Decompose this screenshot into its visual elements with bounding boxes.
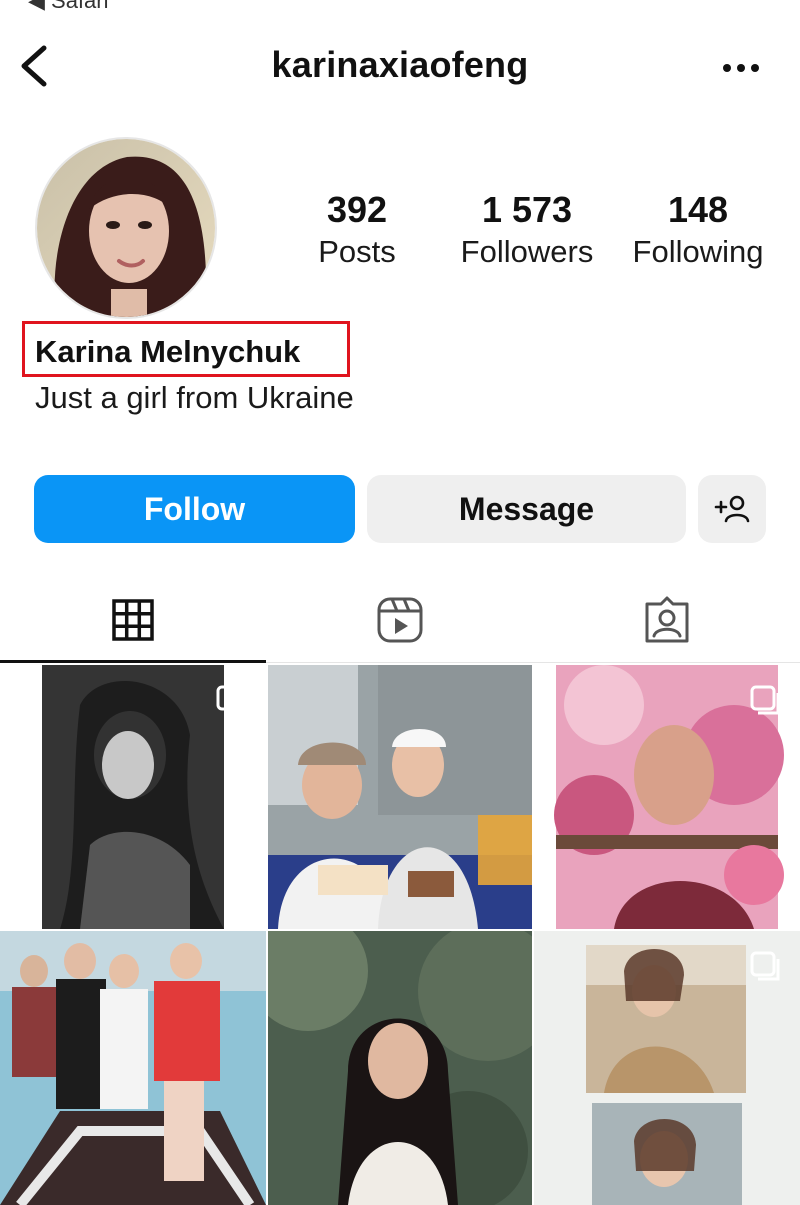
multiple-posts-icon [216, 685, 246, 715]
stat-followers[interactable]: 1 573 Followers [447, 188, 607, 272]
profile-photo [37, 139, 215, 317]
multiple-posts-icon [750, 951, 780, 981]
tab-posts-grid[interactable] [0, 580, 266, 660]
post-thumbnail[interactable] [534, 931, 800, 1205]
post-thumbnail[interactable] [534, 665, 800, 929]
profile-header: karinaxiaofeng [0, 28, 800, 108]
tab-tagged[interactable] [534, 580, 800, 660]
suggested-users-button[interactable] [698, 475, 766, 543]
posts-label: Posts [318, 234, 396, 269]
active-tab-indicator [0, 660, 266, 663]
post-thumbnail[interactable] [268, 931, 532, 1205]
multiple-posts-icon [750, 685, 780, 715]
tab-reels[interactable] [267, 580, 533, 660]
reels-icon [377, 597, 423, 643]
post-thumbnail[interactable] [0, 931, 266, 1205]
followers-label: Followers [460, 234, 594, 269]
following-label: Following [632, 234, 764, 269]
username-title: karinaxiaofeng [271, 44, 529, 85]
bio-text: Just a girl from Ukraine [35, 380, 354, 415]
message-button[interactable]: Message [367, 475, 686, 543]
grid-icon [112, 599, 154, 641]
post-thumbnail[interactable] [268, 665, 532, 929]
post-photo [0, 931, 266, 1205]
add-person-icon [714, 495, 750, 523]
stat-posts[interactable]: 392 Posts [277, 188, 437, 272]
follow-button[interactable]: Follow [34, 475, 355, 543]
stat-following[interactable]: 148 Following [618, 188, 778, 272]
following-count: 148 [667, 189, 729, 230]
more-dots-icon [723, 64, 759, 72]
post-thumbnail[interactable] [0, 665, 266, 929]
tagged-icon [645, 596, 689, 643]
post-photo [268, 665, 532, 929]
posts-count: 392 [326, 189, 388, 230]
post-photo [268, 931, 532, 1205]
posts-grid [0, 665, 800, 1205]
avatar[interactable] [35, 137, 217, 319]
display-name: Karina Melnychuk [35, 334, 301, 369]
safari-back-link[interactable]: ◀ Safari [28, 0, 109, 14]
profile-tabs [0, 580, 800, 664]
more-options-button[interactable] [716, 50, 766, 86]
tabs-divider [266, 662, 800, 663]
followers-count: 1 573 [481, 189, 573, 230]
